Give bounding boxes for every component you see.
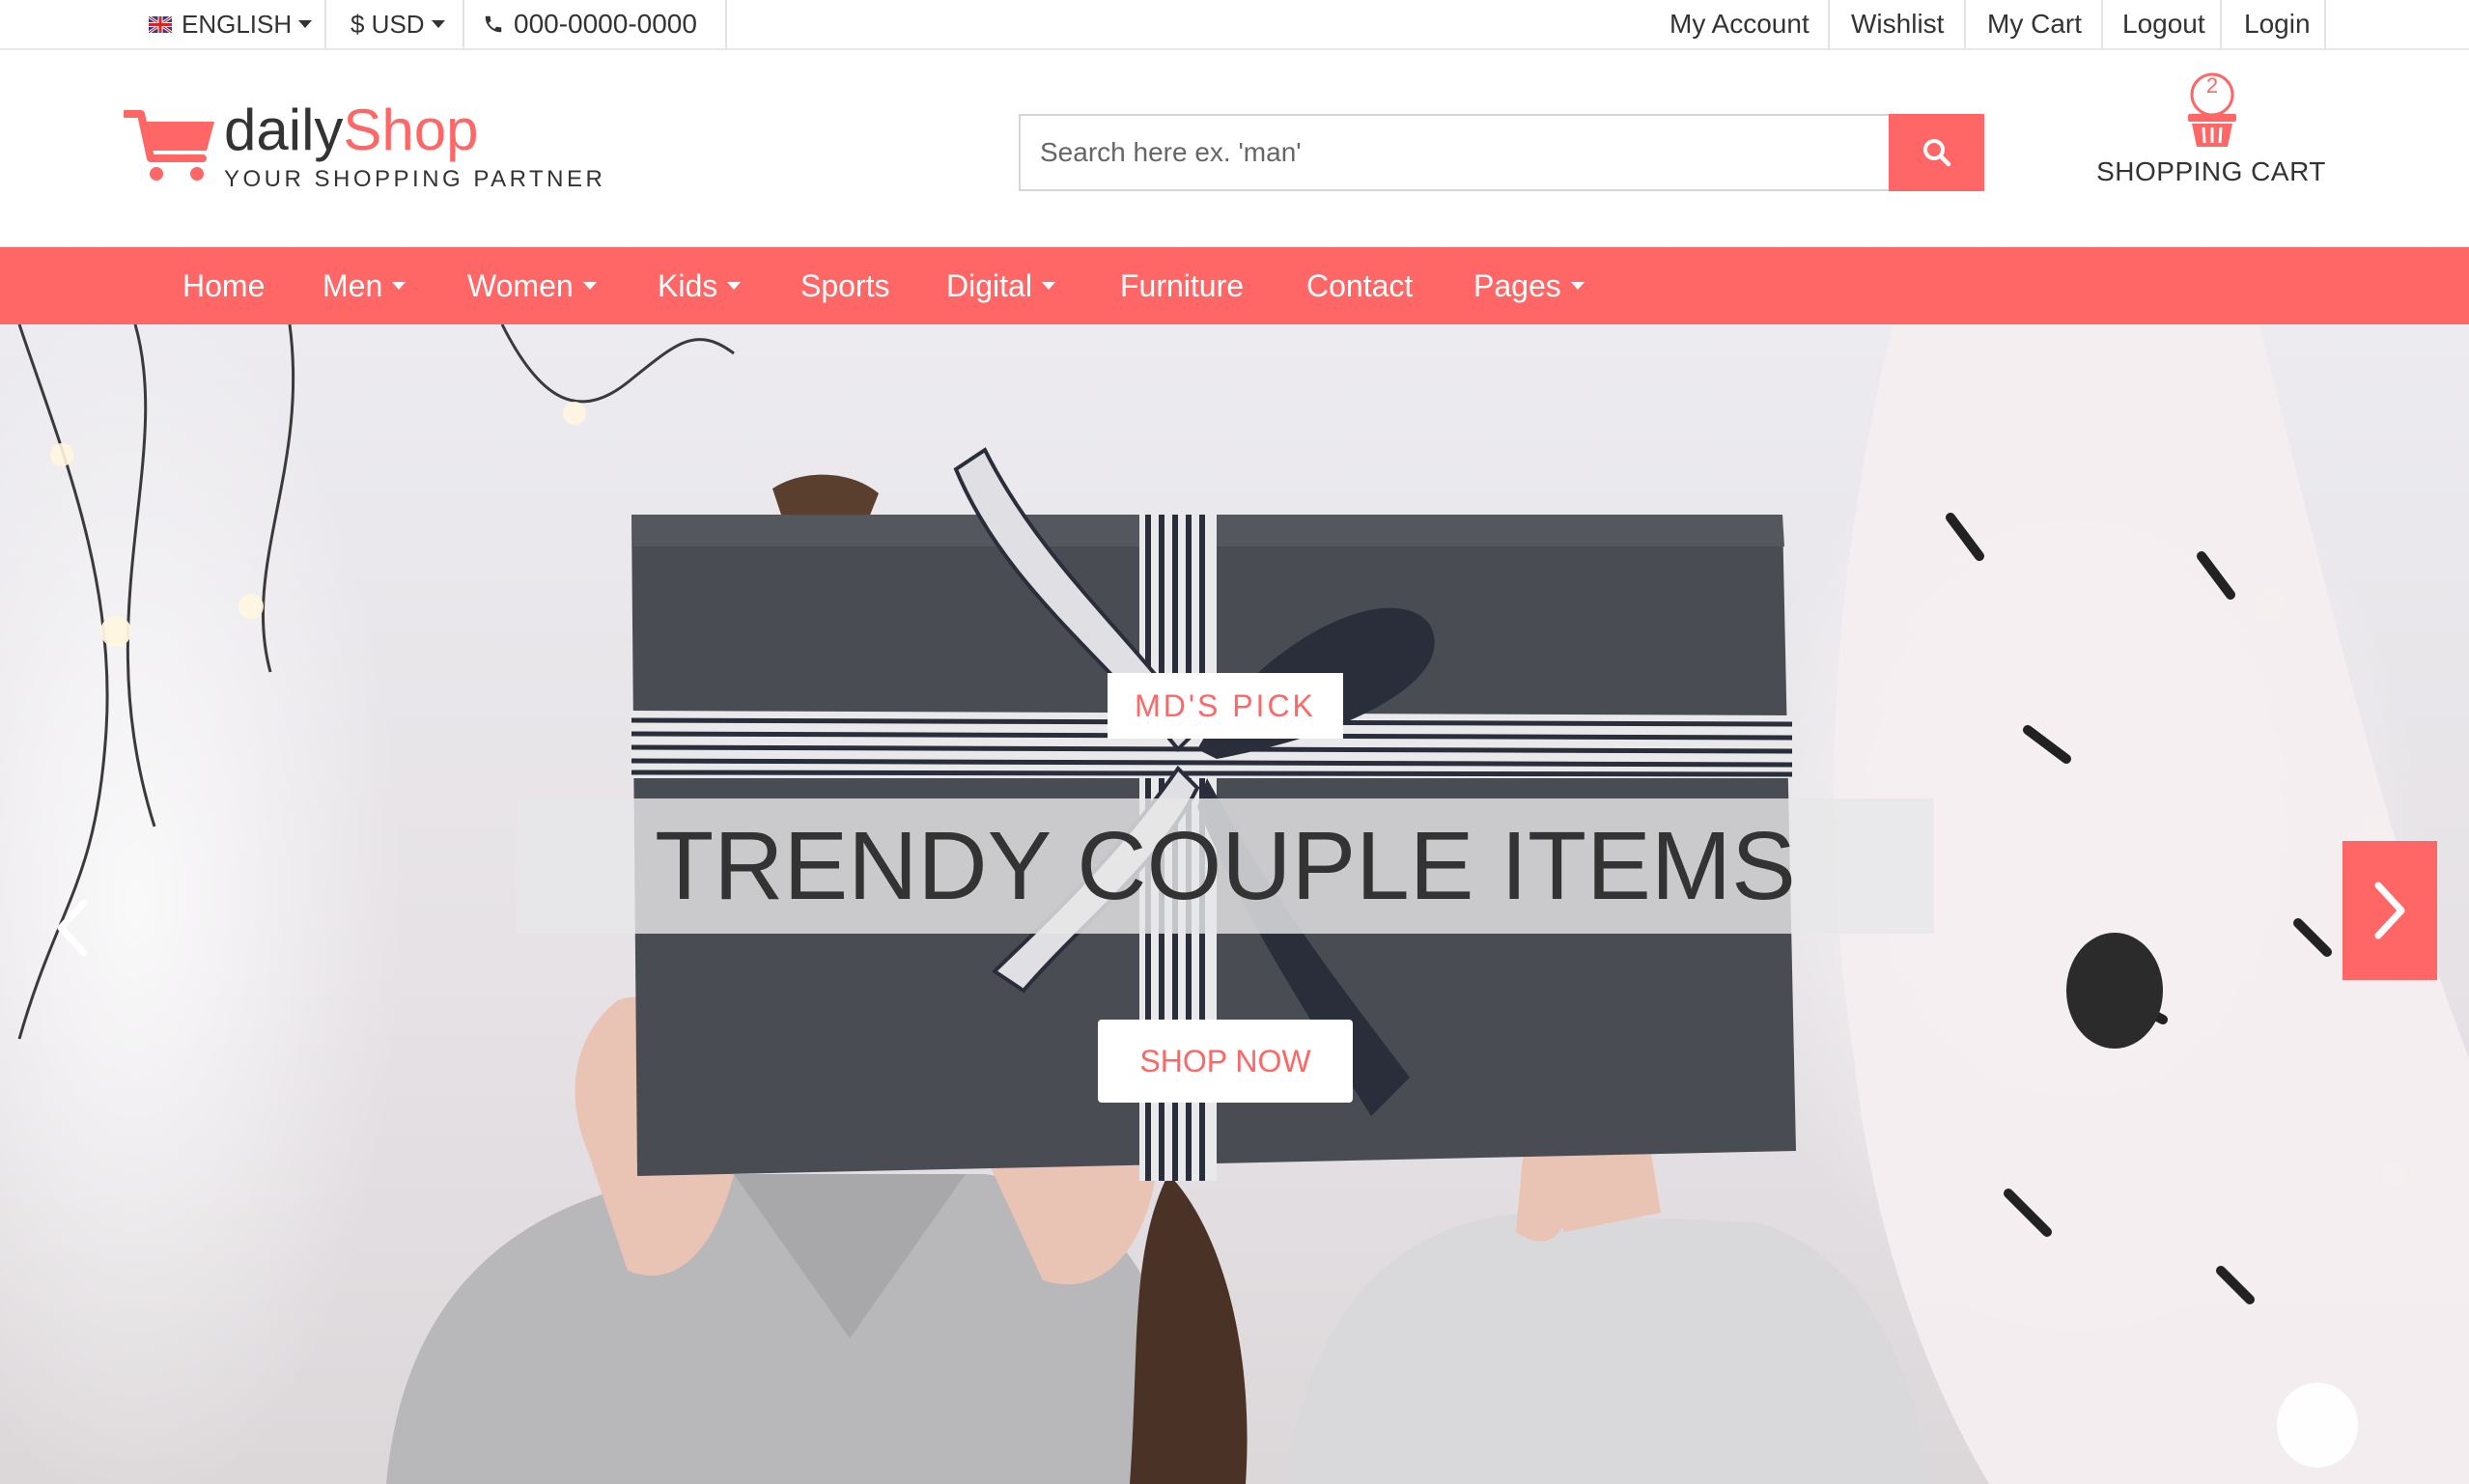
nav-label: Women: [467, 267, 574, 303]
nav-label: Contact: [1306, 267, 1414, 303]
nav-women[interactable]: Women: [467, 247, 597, 324]
chevron-down-icon: [1570, 282, 1585, 290]
chevron-left-icon: [57, 899, 88, 957]
chevron-down-icon: [431, 20, 445, 28]
hero-headline: TRENDY COUPLE ITEMS: [655, 811, 1796, 920]
nav-kids[interactable]: Kids: [658, 247, 742, 324]
nav-home[interactable]: Home: [182, 247, 265, 324]
search-icon: [1922, 139, 1950, 167]
phone-label: 000-0000-0000: [514, 9, 697, 39]
phone-number: 000-0000-0000: [483, 0, 697, 48]
main-nav: Home Men Women Kids Sports Digital Furni…: [0, 247, 2469, 324]
chevron-down-icon: [298, 20, 313, 28]
nav-label: Pages: [1473, 267, 1561, 303]
nav-sports[interactable]: Sports: [800, 247, 889, 324]
cart-count-badge: 2: [2205, 73, 2219, 98]
shop-now-button[interactable]: SHOP NOW: [1098, 1020, 1353, 1103]
search-button[interactable]: [1889, 114, 1984, 191]
language-selector[interactable]: ENGLISH: [149, 0, 313, 48]
my-cart-link[interactable]: My Cart: [1987, 9, 2082, 40]
nav-label: Men: [323, 267, 383, 303]
logout-link[interactable]: Logout: [2122, 9, 2205, 40]
wishlist-link[interactable]: Wishlist: [1851, 9, 1944, 40]
nav-men[interactable]: Men: [323, 247, 407, 324]
language-label: ENGLISH: [182, 9, 293, 39]
nav-pages[interactable]: Pages: [1473, 247, 1585, 324]
phone-icon: [485, 15, 502, 33]
logo-text[interactable]: dailyShop: [224, 97, 479, 164]
slider-prev-button[interactable]: [39, 875, 106, 981]
shopping-cart[interactable]: 2 SHOPPING CART: [2095, 62, 2327, 197]
chevron-down-icon: [1041, 282, 1055, 290]
chevron-down-icon: [727, 282, 742, 290]
nav-digital[interactable]: Digital: [946, 247, 1055, 324]
logo-daily: daily: [224, 98, 344, 162]
login-link[interactable]: Login: [2244, 9, 2311, 40]
shopping-cart-label: SHOPPING CART: [2096, 156, 2326, 186]
chevron-down-icon: [392, 282, 407, 290]
chevron-right-icon: [2374, 882, 2405, 939]
currency-label: $ USD: [351, 9, 425, 39]
slider-next-button[interactable]: [2343, 841, 2437, 980]
site-header: dailyShop YOUR SHOPPING PARTNER 2 SHOPPI…: [0, 50, 2469, 247]
my-account-link[interactable]: My Account: [1669, 9, 1810, 40]
top-bar: ENGLISH $ USD 000-0000-0000 My Account W…: [0, 0, 2469, 50]
logo-tagline: YOUR SHOPPING PARTNER: [224, 166, 606, 192]
nav-label: Sports: [800, 267, 890, 303]
uk-flag-icon: [149, 15, 172, 33]
nav-label: Kids: [658, 267, 718, 303]
nav-label: Digital: [946, 267, 1032, 303]
hero-headline-box: TRENDY COUPLE ITEMS: [517, 798, 1934, 934]
chevron-down-icon: [582, 282, 597, 290]
nav-label: Home: [182, 267, 266, 303]
currency-selector[interactable]: $ USD: [351, 0, 445, 48]
nav-contact[interactable]: Contact: [1306, 247, 1413, 324]
logo-shop: Shop: [343, 98, 479, 162]
nav-label: Furniture: [1120, 267, 1245, 303]
hero-slider: MD'S PICK TRENDY COUPLE ITEMS SHOP NOW: [0, 324, 2469, 1484]
search-input[interactable]: [1019, 114, 1889, 191]
hero-badge: MD'S PICK: [1108, 673, 1343, 739]
cart-logo-icon[interactable]: [124, 106, 216, 183]
nav-furniture[interactable]: Furniture: [1120, 247, 1244, 324]
